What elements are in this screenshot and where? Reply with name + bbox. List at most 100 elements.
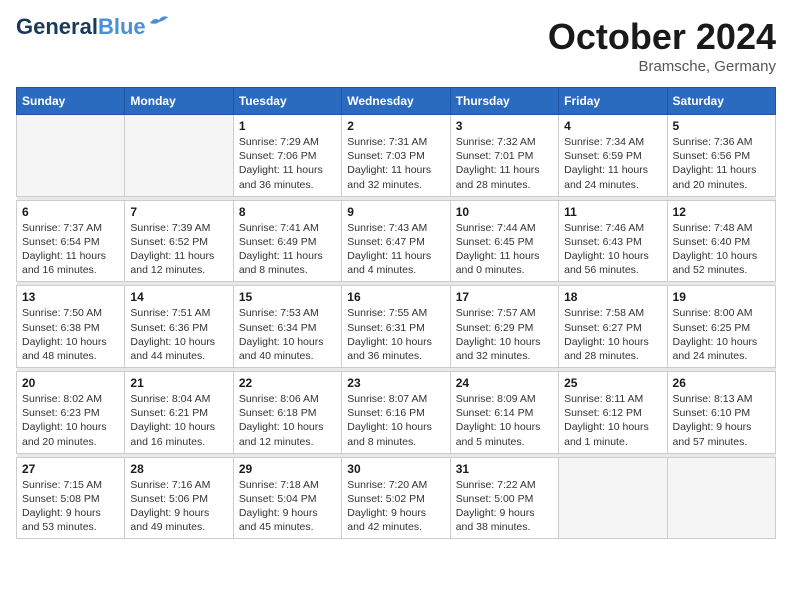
day-info: Sunrise: 7:34 AMSunset: 6:59 PMDaylight:… [564, 135, 661, 192]
day-info: Sunrise: 7:39 AMSunset: 6:52 PMDaylight:… [130, 221, 227, 278]
calendar-cell: 7 Sunrise: 7:39 AMSunset: 6:52 PMDaylight… [125, 200, 233, 282]
day-info: Sunrise: 7:53 AMSunset: 6:34 PMDaylight:… [239, 306, 336, 363]
day-number: 10 [456, 205, 553, 219]
day-number: 21 [130, 376, 227, 390]
day-info: Sunrise: 8:04 AMSunset: 6:21 PMDaylight:… [130, 392, 227, 449]
month-title: October 2024 [548, 16, 776, 58]
day-number: 2 [347, 119, 444, 133]
day-info: Sunrise: 7:22 AMSunset: 5:00 PMDaylight:… [456, 478, 553, 535]
calendar-cell: 30 Sunrise: 7:20 AMSunset: 5:02 PMDayligh… [342, 457, 450, 539]
calendar-cell: 5Sunrise: 7:36 AMSunset: 6:56 PMDaylight… [667, 115, 775, 197]
day-number: 26 [673, 376, 770, 390]
calendar-cell: 12Sunrise: 7:48 AMSunset: 6:40 PMDayligh… [667, 200, 775, 282]
calendar-cell: 1 Sunrise: 7:29 AMSunset: 7:06 PMDaylight… [233, 115, 341, 197]
calendar-cell: 29 Sunrise: 7:18 AMSunset: 5:04 PMDayligh… [233, 457, 341, 539]
title-block: October 2024 Bramsche, Germany [548, 16, 776, 75]
day-info: Sunrise: 7:44 AMSunset: 6:45 PMDaylight:… [456, 221, 553, 278]
col-sunday: Sunday [17, 88, 125, 115]
day-number: 3 [456, 119, 553, 133]
day-info: Sunrise: 7:16 AMSunset: 5:06 PMDaylight:… [130, 478, 227, 535]
col-saturday: Saturday [667, 88, 775, 115]
day-info: Sunrise: 7:20 AMSunset: 5:02 PMDaylight:… [347, 478, 444, 535]
day-info: Sunrise: 7:31 AMSunset: 7:03 PMDaylight:… [347, 135, 444, 192]
calendar-cell: 27 Sunrise: 7:15 AMSunset: 5:08 PMDayligh… [17, 457, 125, 539]
day-info: Sunrise: 8:09 AMSunset: 6:14 PMDaylight:… [456, 392, 553, 449]
logo-text: GeneralBlue [16, 16, 146, 38]
day-number: 27 [22, 462, 119, 476]
calendar-cell: 21 Sunrise: 8:04 AMSunset: 6:21 PMDayligh… [125, 372, 233, 454]
col-monday: Monday [125, 88, 233, 115]
day-number: 8 [239, 205, 336, 219]
calendar-cell: 2 Sunrise: 7:31 AMSunset: 7:03 PMDaylight… [342, 115, 450, 197]
calendar-cell: 26 Sunrise: 8:13 AMSunset: 6:10 PMDayligh… [667, 372, 775, 454]
day-number: 22 [239, 376, 336, 390]
day-number: 20 [22, 376, 119, 390]
day-info: Sunrise: 7:29 AMSunset: 7:06 PMDaylight:… [239, 135, 336, 192]
calendar-week-2: 6Sunrise: 7:37 AMSunset: 6:54 PMDaylight… [17, 200, 776, 282]
day-info: Sunrise: 7:46 AMSunset: 6:43 PMDaylight:… [564, 221, 661, 278]
day-number: 24 [456, 376, 553, 390]
calendar-cell: 3Sunrise: 7:32 AMSunset: 7:01 PMDaylight… [450, 115, 558, 197]
day-info: Sunrise: 7:15 AMSunset: 5:08 PMDaylight:… [22, 478, 119, 535]
logo: GeneralBlue [16, 16, 170, 38]
day-info: Sunrise: 7:57 AMSunset: 6:29 PMDaylight:… [456, 306, 553, 363]
logo-bird-icon [148, 15, 170, 31]
day-info: Sunrise: 7:43 AMSunset: 6:47 PMDaylight:… [347, 221, 444, 278]
day-number: 4 [564, 119, 661, 133]
day-number: 14 [130, 290, 227, 304]
calendar-cell: 20 Sunrise: 8:02 AMSunset: 6:23 PMDayligh… [17, 372, 125, 454]
day-info: Sunrise: 8:02 AMSunset: 6:23 PMDaylight:… [22, 392, 119, 449]
day-number: 9 [347, 205, 444, 219]
calendar-table: Sunday Monday Tuesday Wednesday Thursday… [16, 87, 776, 539]
day-number: 13 [22, 290, 119, 304]
calendar-cell: 31 Sunrise: 7:22 AMSunset: 5:00 PMDayligh… [450, 457, 558, 539]
day-info: Sunrise: 8:00 AMSunset: 6:25 PMDaylight:… [673, 306, 770, 363]
calendar-cell: 22 Sunrise: 8:06 AMSunset: 6:18 PMDayligh… [233, 372, 341, 454]
calendar-cell: 23 Sunrise: 8:07 AMSunset: 6:16 PMDayligh… [342, 372, 450, 454]
day-info: Sunrise: 7:37 AMSunset: 6:54 PMDaylight:… [22, 221, 119, 278]
day-number: 25 [564, 376, 661, 390]
day-info: Sunrise: 7:18 AMSunset: 5:04 PMDaylight:… [239, 478, 336, 535]
col-friday: Friday [559, 88, 667, 115]
day-number: 30 [347, 462, 444, 476]
col-wednesday: Wednesday [342, 88, 450, 115]
calendar-cell: 11 Sunrise: 7:46 AMSunset: 6:43 PMDayligh… [559, 200, 667, 282]
day-info: Sunrise: 7:51 AMSunset: 6:36 PMDaylight:… [130, 306, 227, 363]
day-number: 1 [239, 119, 336, 133]
day-info: Sunrise: 7:55 AMSunset: 6:31 PMDaylight:… [347, 306, 444, 363]
day-number: 16 [347, 290, 444, 304]
day-info: Sunrise: 8:11 AMSunset: 6:12 PMDaylight:… [564, 392, 661, 449]
day-number: 17 [456, 290, 553, 304]
day-number: 23 [347, 376, 444, 390]
calendar-week-1: 1 Sunrise: 7:29 AMSunset: 7:06 PMDaylight… [17, 115, 776, 197]
day-number: 31 [456, 462, 553, 476]
calendar-cell: 9 Sunrise: 7:43 AMSunset: 6:47 PMDaylight… [342, 200, 450, 282]
day-info: Sunrise: 7:50 AMSunset: 6:38 PMDaylight:… [22, 306, 119, 363]
day-number: 7 [130, 205, 227, 219]
calendar-cell: 28 Sunrise: 7:16 AMSunset: 5:06 PMDayligh… [125, 457, 233, 539]
day-info: Sunrise: 7:41 AMSunset: 6:49 PMDaylight:… [239, 221, 336, 278]
day-number: 12 [673, 205, 770, 219]
calendar-cell: 8 Sunrise: 7:41 AMSunset: 6:49 PMDaylight… [233, 200, 341, 282]
col-thursday: Thursday [450, 88, 558, 115]
calendar-cell: 10 Sunrise: 7:44 AMSunset: 6:45 PMDayligh… [450, 200, 558, 282]
calendar-cell: 15 Sunrise: 7:53 AMSunset: 6:34 PMDayligh… [233, 286, 341, 368]
calendar-cell: 4 Sunrise: 7:34 AMSunset: 6:59 PMDaylight… [559, 115, 667, 197]
day-info: Sunrise: 8:06 AMSunset: 6:18 PMDaylight:… [239, 392, 336, 449]
day-info: Sunrise: 8:13 AMSunset: 6:10 PMDaylight:… [673, 392, 770, 449]
calendar-cell [17, 115, 125, 197]
calendar-cell: 18Sunrise: 7:58 AMSunset: 6:27 PMDayligh… [559, 286, 667, 368]
day-info: Sunrise: 7:58 AMSunset: 6:27 PMDaylight:… [564, 306, 661, 363]
calendar-cell: 25 Sunrise: 8:11 AMSunset: 6:12 PMDayligh… [559, 372, 667, 454]
day-number: 15 [239, 290, 336, 304]
calendar-cell [667, 457, 775, 539]
calendar-week-4: 20 Sunrise: 8:02 AMSunset: 6:23 PMDayligh… [17, 372, 776, 454]
day-info: Sunrise: 8:07 AMSunset: 6:16 PMDaylight:… [347, 392, 444, 449]
day-number: 29 [239, 462, 336, 476]
calendar-cell: 17 Sunrise: 7:57 AMSunset: 6:29 PMDayligh… [450, 286, 558, 368]
day-number: 19 [673, 290, 770, 304]
calendar-cell: 24 Sunrise: 8:09 AMSunset: 6:14 PMDayligh… [450, 372, 558, 454]
day-number: 11 [564, 205, 661, 219]
day-number: 28 [130, 462, 227, 476]
calendar-cell: 19 Sunrise: 8:00 AMSunset: 6:25 PMDayligh… [667, 286, 775, 368]
